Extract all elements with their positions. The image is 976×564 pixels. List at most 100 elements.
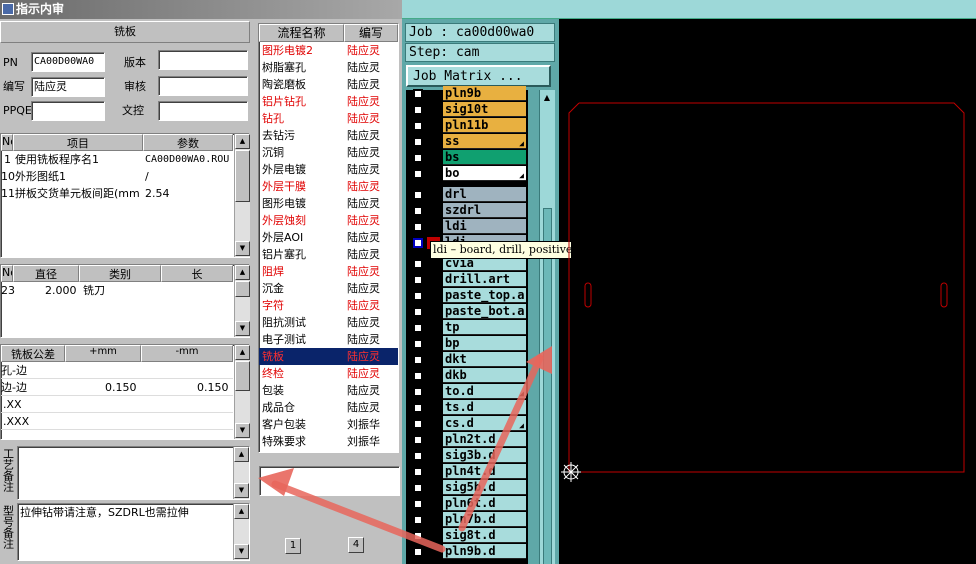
layer-checkbox[interactable]: [413, 238, 423, 248]
layer-row[interactable]: bo ◢: [408, 166, 528, 182]
layer-checkbox[interactable]: [413, 307, 423, 317]
process-row[interactable]: 特殊要求 刘振华: [259, 433, 398, 450]
layer-row[interactable]: sig10t: [408, 102, 528, 118]
layer-name[interactable]: pln2t.d: [443, 432, 526, 447]
process-list[interactable]: 流程名称 编写 图形电镀2 陆应灵 树脂塞孔 陆应灵 陶瓷磨板 陆应灵 铝片钻孔 陆应灵 钻孔陆…: [258, 23, 399, 453]
process-row[interactable]: 钻孔 陆应灵: [259, 110, 398, 127]
process-row[interactable]: 树脂塞孔 陆应灵: [259, 59, 398, 76]
tool-scrollbar[interactable]: ▲ ▼: [234, 265, 250, 337]
process-row[interactable]: 铣板 陆应灵: [259, 348, 398, 365]
page-button-4[interactable]: 4: [348, 537, 364, 553]
col-plus[interactable]: +mm: [65, 345, 141, 362]
layer-row[interactable]: dkt: [408, 352, 528, 368]
layer-name[interactable]: bp: [443, 336, 526, 351]
layer-checkbox[interactable]: [413, 153, 423, 163]
layer-name[interactable]: pln9b.d: [443, 544, 526, 559]
scroll-down-icon[interactable]: ▼: [235, 241, 250, 256]
layer-name[interactable]: sig8t.d: [443, 528, 526, 543]
process-row[interactable]: 去钻污 陆应灵: [259, 127, 398, 144]
page-button-1[interactable]: 1: [285, 538, 301, 554]
layer-row[interactable]: cs.d ◢: [408, 416, 528, 432]
scroll-thumb[interactable]: [235, 361, 250, 391]
layer-checkbox[interactable]: [413, 206, 423, 216]
layer-name[interactable]: szdrl: [443, 203, 526, 218]
job-matrix-button[interactable]: Job Matrix ...: [406, 65, 551, 87]
layer-checkbox[interactable]: [413, 275, 423, 285]
tolerance-scrollbar[interactable]: ▲ ▼: [234, 345, 250, 439]
process-row[interactable]: 图形电镀 陆应灵: [259, 195, 398, 212]
layer-row[interactable]: bs: [408, 150, 528, 166]
layer-name[interactable]: pln4t.d: [443, 464, 526, 479]
scroll-up-icon[interactable]: ▲: [234, 447, 249, 462]
layer-checkbox[interactable]: [413, 323, 423, 333]
layer-name[interactable]: tp: [443, 320, 526, 335]
process-row[interactable]: 铝片塞孔 陆应灵: [259, 246, 398, 263]
review-field[interactable]: [158, 76, 248, 96]
type-note-scrollbar[interactable]: ▲ ▼: [233, 504, 249, 560]
type-note-field[interactable]: 拉伸钻带请注意，SZDRL也需拉伸 ▲ ▼: [17, 503, 250, 561]
process-row[interactable]: 电子测试 陆应灵: [259, 331, 398, 348]
layer-row[interactable]: sig5b.d: [408, 480, 528, 496]
layer-checkbox[interactable]: [413, 339, 423, 349]
layer-checkbox[interactable]: [413, 259, 423, 269]
layer-name[interactable]: drill.art: [443, 272, 526, 287]
col-item[interactable]: 项目: [13, 134, 143, 151]
layer-checkbox[interactable]: [413, 190, 423, 200]
tolerance-table[interactable]: 铣板公差 +mm -mm 孔-边 边-边 0.150 0.150 .XX .XX…: [0, 344, 250, 440]
layer-checkbox[interactable]: [413, 169, 423, 179]
scroll-up-icon[interactable]: ▲: [235, 134, 250, 149]
layer-row[interactable]: sig3b.d: [408, 448, 528, 464]
layer-checkbox[interactable]: [413, 403, 423, 413]
layer-name[interactable]: sig5b.d: [443, 480, 526, 495]
tool-table[interactable]: No 直径 类别 长 23 2.000 铣刀 ▲ ▼: [0, 264, 250, 338]
wenkong-field[interactable]: [158, 101, 248, 121]
layer-name[interactable]: ldi: [443, 219, 526, 234]
process-row[interactable]: 铝片钻孔 陆应灵: [259, 93, 398, 110]
scroll-thumb[interactable]: [543, 208, 552, 564]
process-row[interactable]: 沉铜 陆应灵: [259, 144, 398, 161]
layer-row[interactable]: pln4t.d: [408, 464, 528, 480]
scroll-up-icon[interactable]: ▲: [235, 265, 250, 280]
layer-checkbox[interactable]: [413, 387, 423, 397]
layer-name[interactable]: sig3b.d: [443, 448, 526, 463]
layer-row[interactable]: drl: [408, 187, 528, 203]
layer-checkbox[interactable]: [413, 419, 423, 429]
col-minus[interactable]: -mm: [141, 345, 233, 362]
layer-name[interactable]: bo ◢: [443, 166, 526, 181]
layer-row[interactable]: drill.art: [408, 272, 528, 288]
layer-name[interactable]: pln9b: [443, 86, 526, 101]
layer-row[interactable]: sig8t.d: [408, 528, 528, 544]
scroll-thumb[interactable]: [235, 150, 250, 202]
col-diameter[interactable]: 直径: [13, 265, 79, 282]
process-row[interactable]: 外层AOI 陆应灵: [259, 229, 398, 246]
layer-row[interactable]: pln9b.d: [408, 544, 528, 560]
layer-name[interactable]: cs.d ◢: [443, 416, 526, 431]
version-field[interactable]: [158, 50, 248, 70]
process-row[interactable]: 沉金 陆应灵: [259, 280, 398, 297]
process-row[interactable]: 外层干膜 陆应灵: [259, 178, 398, 195]
scroll-down-icon[interactable]: ▼: [234, 544, 249, 559]
scroll-up-icon[interactable]: ▲: [235, 345, 250, 360]
process-row[interactable]: 阻抗测试 陆应灵: [259, 314, 398, 331]
scroll-thumb[interactable]: [235, 281, 250, 297]
layer-row[interactable]: szdrl: [408, 203, 528, 219]
col-process-name[interactable]: 流程名称: [259, 24, 344, 42]
col-length[interactable]: 长: [161, 265, 233, 282]
layer-name[interactable]: ts.d: [443, 400, 526, 415]
process-row[interactable]: 成品仓 陆应灵: [259, 399, 398, 416]
layer-scrollbar[interactable]: ▲: [539, 90, 555, 564]
layer-row[interactable]: dkb: [408, 368, 528, 384]
col-tolerance[interactable]: 铣板公差: [1, 345, 65, 362]
layer-name[interactable]: dkt: [443, 352, 526, 367]
craft-note-field[interactable]: ▲ ▼: [17, 446, 250, 500]
layer-checkbox[interactable]: [413, 371, 423, 381]
layer-checkbox[interactable]: [413, 531, 423, 541]
process-row[interactable]: 陶瓷磨板 陆应灵: [259, 76, 398, 93]
col-no[interactable]: No: [1, 134, 13, 151]
items-scrollbar[interactable]: ▲ ▼: [234, 134, 250, 257]
process-row[interactable]: 客户包装 刘振华: [259, 416, 398, 433]
scroll-down-icon[interactable]: ▼: [234, 483, 249, 498]
layer-row[interactable]: ts.d: [408, 400, 528, 416]
process-row[interactable]: 外层电镀 陆应灵: [259, 161, 398, 178]
scroll-down-icon[interactable]: ▼: [235, 423, 250, 438]
